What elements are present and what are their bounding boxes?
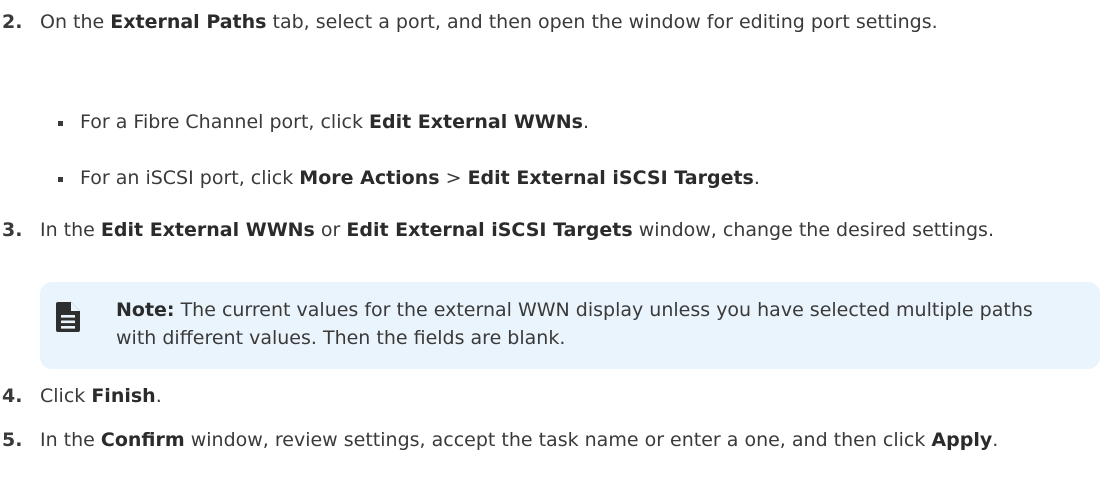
step-number: 3. [2,219,23,241]
ui-term-confirm: Confirm [100,429,185,451]
note-text: Note: The current values for the externa… [116,296,1076,352]
text-segment: Click [40,385,92,407]
note-label: Note: [116,299,175,321]
ui-term-edit-external-wwns: Edit External WWNs [368,111,583,133]
text-segment: For an iSCSI port, click [80,167,300,189]
ui-term-finish: Finish [91,385,156,407]
step-text: On the External Paths tab, select a port… [40,8,1100,36]
text-segment: tab, select a port, and then open the wi… [266,11,938,33]
step-text: In the Confirm window, review settings, … [40,426,1100,454]
text-segment: or [314,219,347,241]
step-number: 5. [2,429,23,451]
text-segment: . [753,167,760,189]
text-segment: On the [40,11,111,33]
document-page: 2. On the External Paths tab, select a p… [0,0,1111,495]
step-text: In the Edit External WWNs or Edit Extern… [40,216,1100,244]
text-segment: . [155,385,162,407]
ui-term-edit-external-wwns: Edit External WWNs [100,219,315,241]
text-segment: window, change the desired settings. [632,219,994,241]
step-number: 4. [2,385,23,407]
bullet-marker [58,177,63,182]
text-segment: In the [40,429,101,451]
ui-term-apply: Apply [931,429,993,451]
ui-term-edit-external-iscsi-targets: Edit External iSCSI Targets [467,167,754,189]
bullet-marker [58,121,63,126]
text-segment: window, review settings, accept the task… [184,429,932,451]
note-box: Note: The current values for the externa… [40,282,1100,369]
document-note-icon [56,302,80,332]
text-segment: > [439,167,468,189]
text-segment: In the [40,219,101,241]
bullet-text: For a Fibre Channel port, click Edit Ext… [80,108,589,136]
ui-term-more-actions: More Actions [299,167,440,189]
text-segment: For a Fibre Channel port, click [80,111,369,133]
step-text: Click Finish. [40,382,1100,410]
ui-term-external-paths: External Paths [110,11,267,33]
ui-term-edit-external-iscsi-targets: Edit External iSCSI Targets [346,219,633,241]
text-segment: . [582,111,589,133]
note-body: The current values for the external WWN … [116,299,1033,349]
bullet-text: For an iSCSI port, click More Actions > … [80,164,760,192]
text-segment: . [992,429,999,451]
step-number: 2. [2,11,23,33]
